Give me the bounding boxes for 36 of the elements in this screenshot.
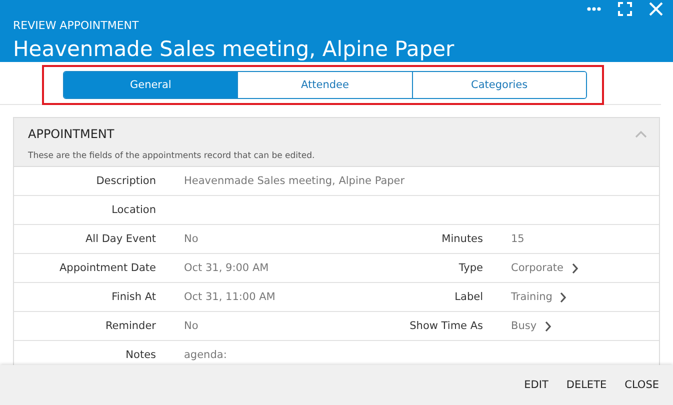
footer-button[interactable]: EDIT <box>518 375 554 395</box>
field-label: Appointment Date <box>58 262 156 274</box>
window-title: Heavenmade Sales meeting, Alpine Paper <box>13 36 456 62</box>
link-value[interactable]: Corporate <box>511 262 564 274</box>
field-label: Finish At <box>110 291 156 303</box>
field-label: Notes <box>124 349 156 361</box>
chevron-right-icon[interactable] <box>560 292 566 302</box>
chevron-right-icon[interactable] <box>572 262 578 274</box>
field-value: No <box>184 320 200 332</box>
link-value[interactable]: Busy <box>511 320 537 332</box>
section-caption: These are the fields of the appointments record that can be edited. <box>28 151 316 161</box>
tab[interactable]: Categories <box>412 72 586 98</box>
field-label: Reminder <box>104 320 156 332</box>
field-label: Minutes <box>440 233 483 245</box>
field-label: Description <box>95 175 156 187</box>
field-value: agenda: <box>184 349 228 361</box>
section-title: APPOINTMENT <box>28 127 114 141</box>
field-label: Type <box>458 262 483 274</box>
tab[interactable]: General <box>64 72 238 98</box>
link-value[interactable]: Training <box>511 291 552 303</box>
close-icon[interactable] <box>649 2 663 16</box>
chevron-right-icon[interactable] <box>544 320 551 332</box>
window-subtitle: REVIEW APPOINTMENT <box>13 19 140 33</box>
field-value: Oct 31, 9:00 AM <box>184 262 270 274</box>
field-value: Heavenmade Sales meeting, Alpine Paper <box>184 175 405 187</box>
field-value: Oct 31, 11:00 AM <box>184 291 276 303</box>
field-value: No <box>184 233 200 245</box>
more-icon[interactable] <box>587 7 601 11</box>
field-label: Label <box>454 291 483 303</box>
field-label: Location <box>110 204 156 216</box>
expand-icon[interactable] <box>618 2 632 16</box>
field-value: 15 <box>511 233 524 245</box>
footer-button[interactable]: DELETE <box>560 375 613 395</box>
footer-button[interactable]: CLOSE <box>618 375 665 395</box>
field-label: All Day Event <box>84 233 156 245</box>
field-label: Show Time As <box>408 320 483 332</box>
